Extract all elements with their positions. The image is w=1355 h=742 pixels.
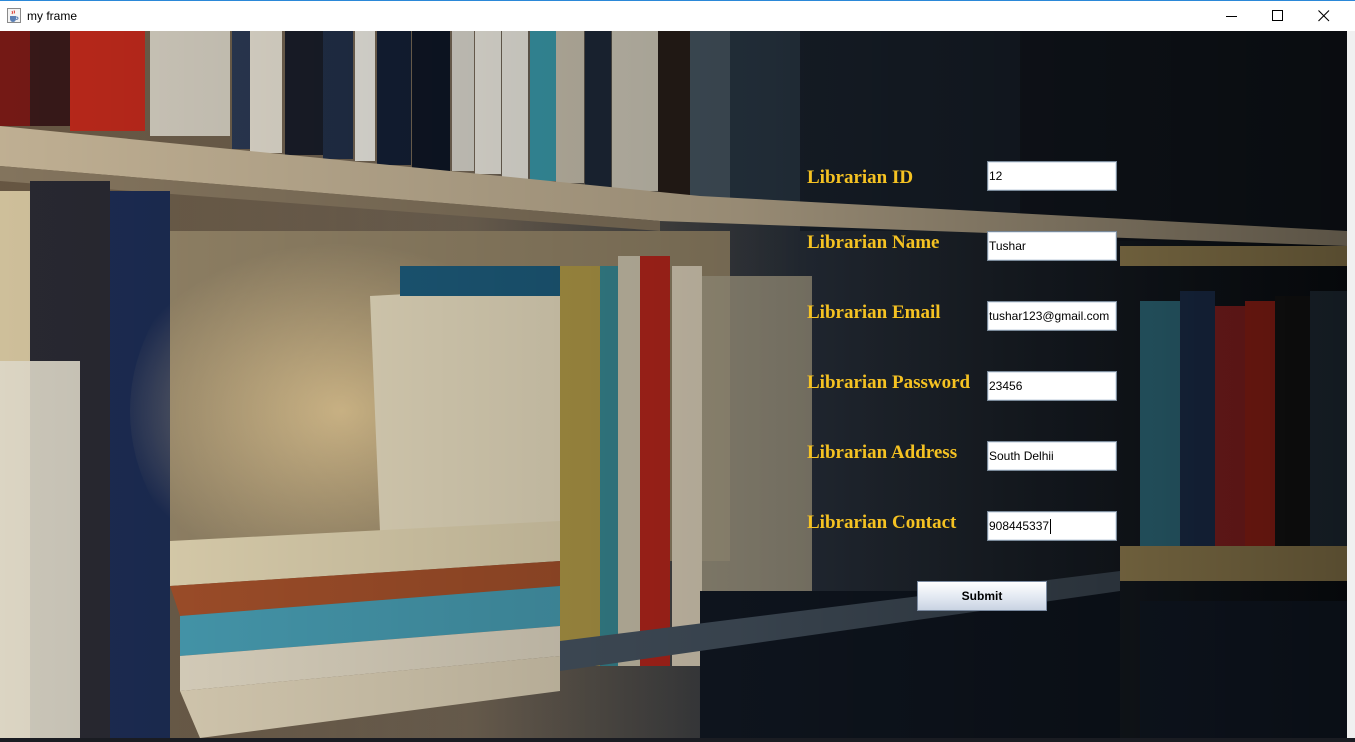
- input-librarian-contact[interactable]: 908445337: [987, 511, 1117, 541]
- app-window: my frame Librarian ID 12 Librarian Name …: [0, 0, 1355, 742]
- input-librarian-id[interactable]: 12: [987, 161, 1117, 191]
- title-bar[interactable]: my frame: [0, 0, 1355, 31]
- label-librarian-password: Librarian Password: [807, 372, 971, 393]
- window-bottom-border: [0, 738, 1355, 742]
- bookshelf-background-image: [0, 31, 1347, 738]
- close-button[interactable]: [1301, 1, 1347, 31]
- maximize-icon: [1272, 10, 1283, 21]
- window-right-border: [1347, 31, 1355, 742]
- minimize-button[interactable]: [1209, 1, 1255, 31]
- label-librarian-contact: Librarian Contact: [807, 512, 957, 533]
- text-caret: [1050, 519, 1052, 535]
- input-librarian-name[interactable]: Tushar: [987, 231, 1117, 261]
- java-cup-icon: [7, 8, 21, 23]
- maximize-button[interactable]: [1255, 1, 1301, 31]
- window-title: my frame: [27, 9, 78, 23]
- submit-button[interactable]: Submit: [917, 581, 1047, 611]
- input-librarian-address[interactable]: South Delhii: [987, 441, 1117, 471]
- content-pane: Librarian ID 12 Librarian Name Tushar Li…: [0, 31, 1347, 738]
- close-icon: [1318, 10, 1330, 22]
- input-librarian-email[interactable]: tushar123@gmail.com: [987, 301, 1117, 331]
- label-librarian-id: Librarian ID: [807, 167, 914, 188]
- label-librarian-email: Librarian Email: [807, 302, 941, 323]
- label-librarian-address: Librarian Address: [807, 442, 958, 463]
- contact-value: 908445337: [989, 519, 1050, 533]
- minimize-icon: [1226, 16, 1237, 17]
- label-librarian-name: Librarian Name: [807, 232, 940, 253]
- input-librarian-password[interactable]: 23456: [987, 371, 1117, 401]
